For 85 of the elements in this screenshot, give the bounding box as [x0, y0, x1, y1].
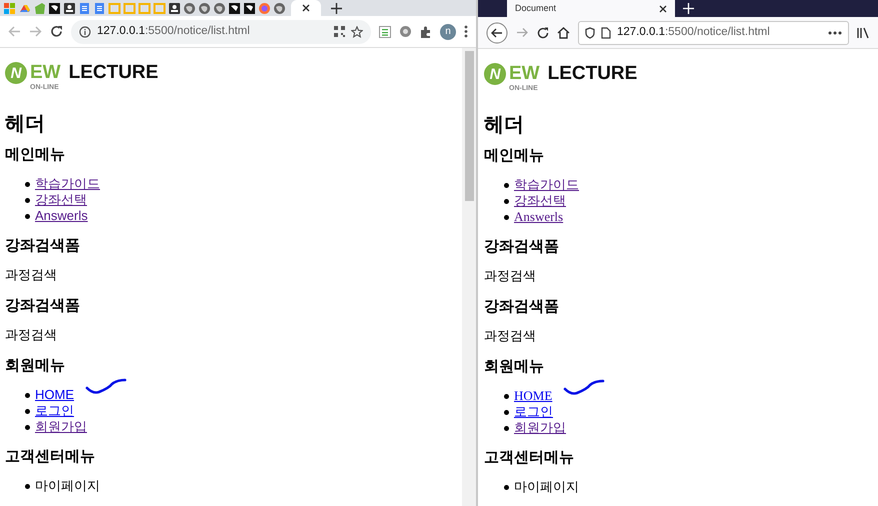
dark-square-icon[interactable]: [48, 2, 61, 14]
globe-icon[interactable]: [213, 2, 226, 14]
more-icon[interactable]: [828, 30, 842, 34]
address-bar[interactable]: 127.0.0.1:5500/notice/list.html: [71, 20, 371, 44]
logo-text: EW: [30, 62, 61, 84]
menu-link[interactable]: 학습가이드: [514, 177, 579, 193]
bullet-icon: [25, 214, 30, 218]
document-icon[interactable]: [93, 2, 106, 14]
section-heading: 강좌검색폼: [484, 298, 560, 316]
logo-text: EW: [509, 63, 540, 85]
windows-logo-icon[interactable]: [3, 2, 16, 14]
globe-icon[interactable]: [198, 2, 211, 14]
bullet-icon: [25, 198, 30, 202]
section-heading: 고객센터메뉴: [5, 448, 96, 466]
menu-link[interactable]: HOME: [35, 387, 74, 403]
library-icon[interactable]: [857, 26, 870, 38]
bullet-icon: [25, 484, 30, 488]
section-heading: 회원메뉴: [484, 358, 545, 376]
logo-badge: N: [5, 62, 27, 84]
address-bar[interactable]: 127.0.0.1:5500/notice/list.html: [578, 20, 849, 44]
close-icon[interactable]: [659, 4, 667, 12]
bullet-icon: [504, 198, 509, 204]
reload-icon[interactable]: [537, 26, 549, 38]
paragraph-text: 과정검색: [484, 328, 537, 344]
section-heading: 강좌검색폼: [5, 297, 81, 315]
star-icon[interactable]: [351, 26, 363, 38]
home-icon[interactable]: [557, 26, 570, 38]
menu-link[interactable]: 로그인: [514, 404, 553, 420]
bullet-icon: [504, 484, 509, 490]
menu-link[interactable]: 회원가입: [35, 419, 87, 435]
tab[interactable]: Document: [507, 0, 675, 17]
page-heading: 헤더: [5, 112, 46, 136]
info-icon: [79, 26, 91, 38]
bullet-icon: [25, 182, 30, 186]
paragraph-text: 과정검색: [5, 267, 58, 283]
section-heading: 회원메뉴: [5, 357, 66, 375]
bullet-icon: [504, 410, 509, 414]
scrollbar[interactable]: [462, 48, 476, 506]
document-icon[interactable]: [78, 2, 91, 14]
menu-link[interactable]: Answerls: [35, 208, 88, 224]
plus-icon[interactable]: [331, 2, 342, 14]
menu-icon[interactable]: [464, 25, 468, 38]
bullet-icon: [25, 424, 30, 430]
shield-icon: [585, 26, 595, 38]
page-icon: [601, 26, 611, 38]
back-icon[interactable]: [486, 22, 508, 44]
contact-card-icon[interactable]: [63, 2, 76, 14]
page-heading: 헤더: [484, 113, 525, 137]
globe-icon[interactable]: [273, 2, 286, 14]
section-heading: 강좌검색폼: [484, 238, 560, 256]
paragraph-text: 과정검색: [484, 268, 537, 284]
section-heading: 메인메뉴: [484, 147, 545, 165]
dark-square-icon[interactable]: [228, 2, 241, 14]
menu-link[interactable]: Answerls: [514, 209, 564, 225]
section-heading: 메인메뉴: [5, 146, 66, 164]
tab[interactable]: [291, 0, 321, 16]
url-text: 127.0.0.1:5500/notice/list.html: [617, 24, 771, 40]
bullet-icon: [25, 392, 30, 398]
sheet-icon[interactable]: [379, 26, 391, 38]
logo-text: LECTURE: [548, 63, 638, 85]
contact-card-icon[interactable]: [168, 2, 181, 14]
qr-code-icon[interactable]: [334, 26, 345, 37]
puzzle-icon[interactable]: [420, 26, 432, 38]
section-heading: 고객센터메뉴: [484, 449, 575, 467]
menu-link[interactable]: HOME: [514, 388, 552, 404]
logo-text: LECTURE: [68, 62, 158, 84]
bullet-icon: [504, 214, 509, 220]
bullet-icon: [504, 394, 509, 398]
profile-avatar[interactable]: n: [440, 24, 456, 40]
menu-link[interactable]: 강좌선택: [514, 193, 566, 209]
menu-link[interactable]: 강좌선택: [35, 192, 87, 208]
section-heading: 강좌검색폼: [5, 237, 81, 255]
reload-icon[interactable]: [50, 25, 63, 38]
dark-square-icon[interactable]: [243, 2, 256, 14]
menu-link[interactable]: 회원가입: [514, 420, 566, 436]
bullet-icon: [25, 408, 30, 414]
bullet-icon: [504, 426, 509, 430]
globe-icon[interactable]: [183, 2, 196, 14]
paragraph-text: 과정검색: [5, 327, 58, 343]
menu-link[interactable]: 학습가이드: [35, 176, 100, 192]
url-text: 127.0.0.1:5500/notice/list.html: [97, 24, 251, 39]
logo-badge: N: [484, 63, 506, 85]
menu-link[interactable]: 로그인: [35, 403, 74, 419]
close-icon[interactable]: [302, 4, 310, 12]
bullet-icon: [504, 182, 509, 188]
